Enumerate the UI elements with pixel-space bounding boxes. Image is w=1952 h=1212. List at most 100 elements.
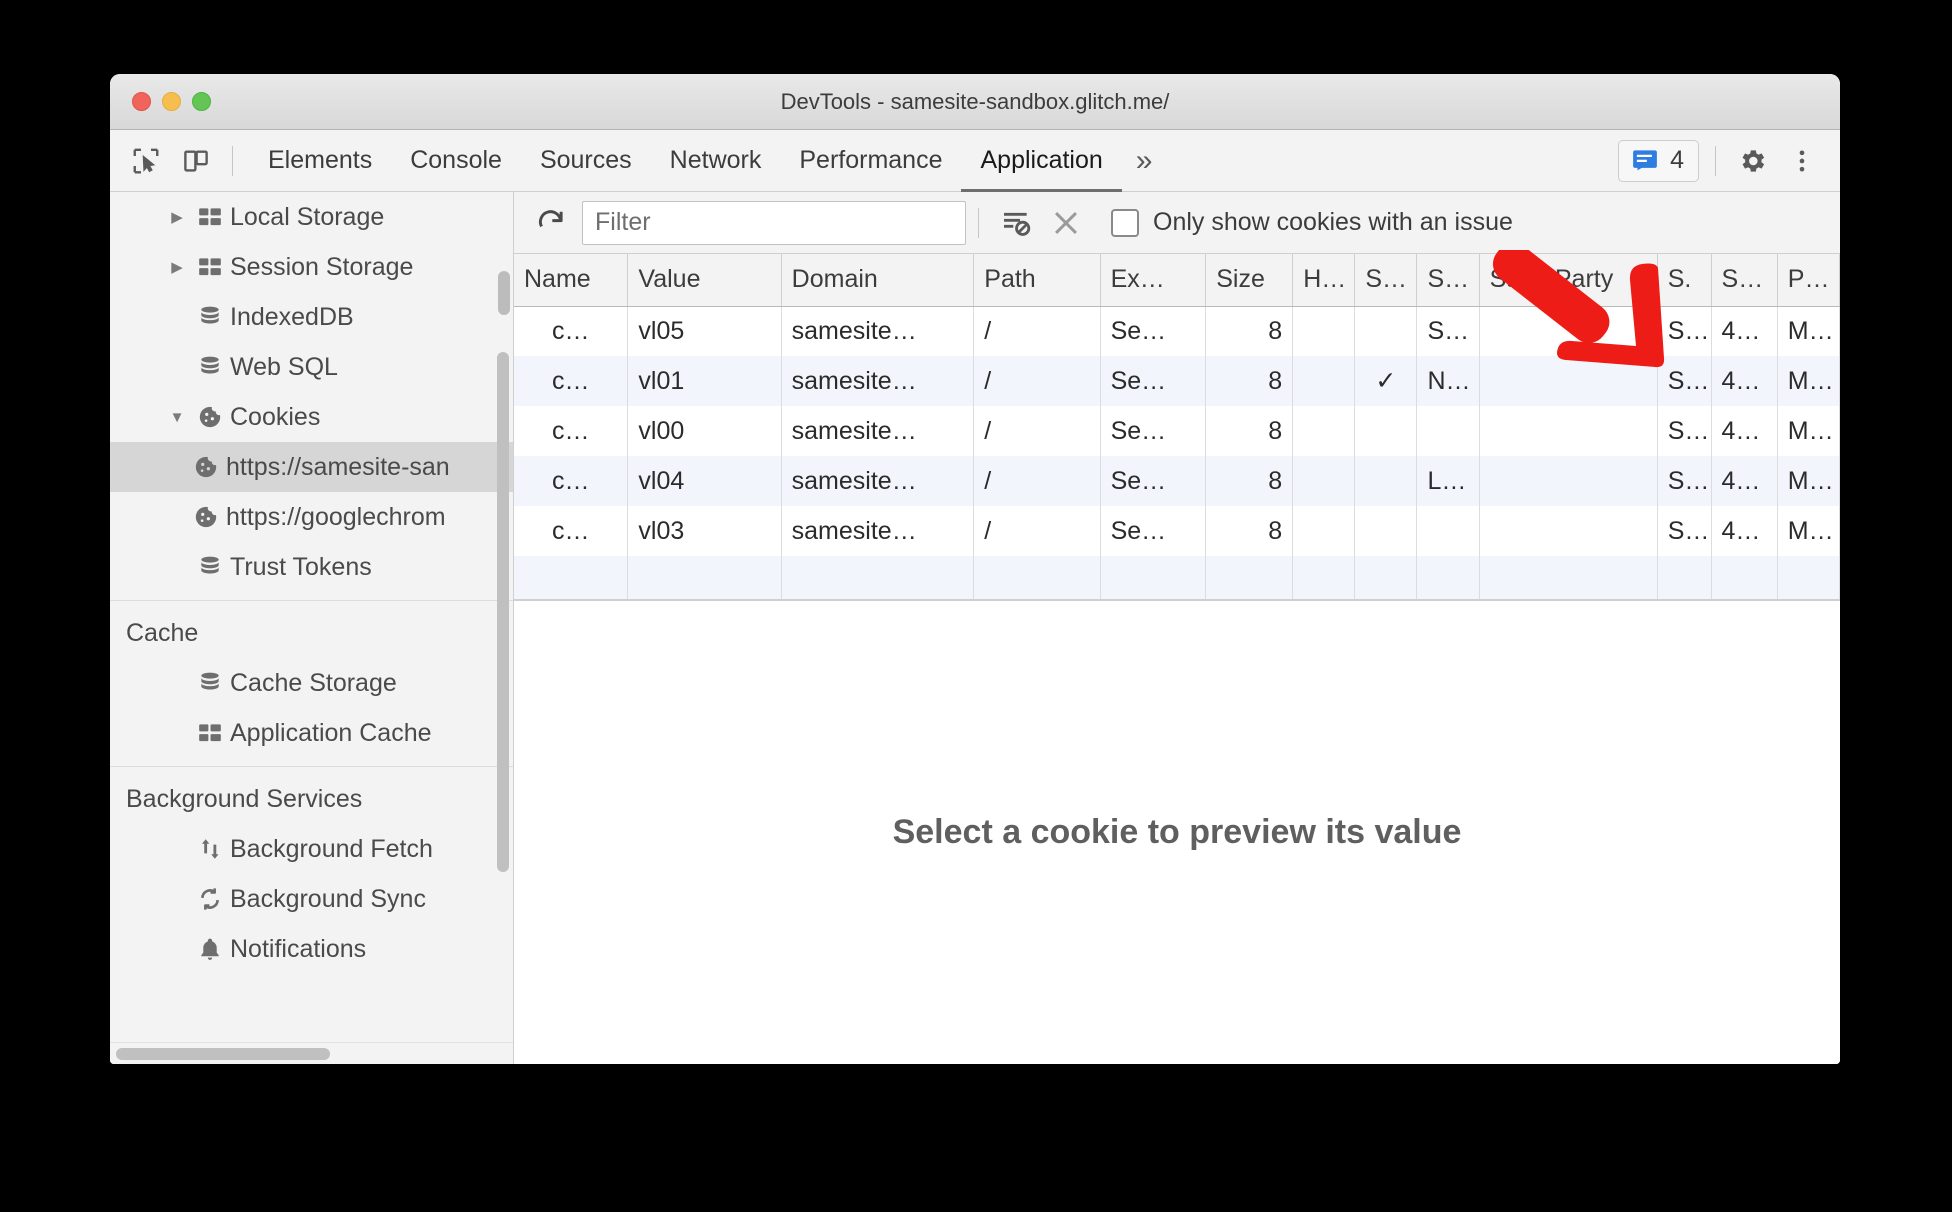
cell-s1: S… xyxy=(1657,506,1712,556)
column-header-expires[interactable]: Ex… xyxy=(1100,254,1207,307)
column-header-samesite[interactable]: S… xyxy=(1416,254,1480,307)
table-vertical-scrollbar[interactable] xyxy=(498,271,510,315)
up-down-arrows-icon xyxy=(190,836,230,862)
minimize-window-button[interactable] xyxy=(162,92,181,111)
gear-icon[interactable] xyxy=(1732,141,1772,181)
toolbar-divider xyxy=(232,145,233,176)
column-header-s1[interactable]: S. xyxy=(1657,254,1712,307)
tab-performance[interactable]: Performance xyxy=(780,130,961,192)
more-tabs-chevron-icon[interactable]: » xyxy=(1122,144,1167,178)
chevron-down-icon[interactable]: ▼ xyxy=(164,410,190,425)
sidebar-item-trust-tokens[interactable]: Trust Tokens xyxy=(110,542,513,592)
cell-size: 8 xyxy=(1205,456,1294,506)
sidebar-item-notifications[interactable]: Notifications xyxy=(110,924,513,974)
clear-filtered-cookies-icon[interactable] xyxy=(991,200,1041,246)
table-row[interactable]: c… vl01 samesite… / Se… 8 ✓ N… S… 4… M… xyxy=(514,356,1840,406)
cell-path: / xyxy=(973,306,1101,356)
column-header-priority[interactable]: P… xyxy=(1777,254,1840,307)
sidebar-item-indexeddb[interactable]: IndexedDB xyxy=(110,292,513,342)
database-icon xyxy=(190,554,230,580)
column-header-httponly[interactable]: H… xyxy=(1292,254,1356,307)
devtools-body: ▶ Local Storage ▶ Session Storage Indexe… xyxy=(110,192,1840,1064)
sidebar-item-cookies[interactable]: ▼ Cookies xyxy=(110,392,513,442)
cell-sameparty xyxy=(1479,406,1658,456)
clear-all-cookies-icon[interactable] xyxy=(1041,200,1091,246)
cell-path: / xyxy=(973,356,1101,406)
inspect-cursor-icon[interactable] xyxy=(126,141,166,181)
cell-size: 8 xyxy=(1205,406,1294,456)
filter-input[interactable] xyxy=(582,200,966,245)
column-header-value[interactable]: Value xyxy=(627,254,782,307)
sidebar-item-label: Trust Tokens xyxy=(230,552,372,581)
table-row[interactable]: c… vl00 samesite… / Se… 8 S… 4… M… xyxy=(514,406,1840,456)
issues-counter-button[interactable]: 4 xyxy=(1618,139,1699,182)
cell-s1: S… xyxy=(1657,406,1712,456)
table-row[interactable]: c… vl03 samesite… / Se… 8 S… 4… M… xyxy=(514,506,1840,556)
toolbar-divider-3 xyxy=(978,207,979,238)
sidebar-horizontal-scroll-thumb[interactable] xyxy=(116,1048,330,1060)
sidebar-item-label: Notifications xyxy=(230,934,367,963)
cell-secure xyxy=(1354,456,1418,506)
cell-priority: M… xyxy=(1777,406,1840,456)
column-header-secure[interactable]: S… xyxy=(1354,254,1418,307)
column-header-s2[interactable]: S… xyxy=(1711,254,1778,307)
column-header-path[interactable]: Path xyxy=(973,254,1101,307)
application-sidebar: ▶ Local Storage ▶ Session Storage Indexe… xyxy=(110,192,514,1064)
refresh-icon[interactable] xyxy=(528,200,574,246)
cookies-table-body: c… vl05 samesite… / Se… 8 S… S… 4… M… c…… xyxy=(514,306,1840,600)
sidebar-section-background-services: Background Services xyxy=(126,785,363,813)
only-issues-checkbox[interactable] xyxy=(1111,208,1139,237)
tab-sources[interactable]: Sources xyxy=(521,130,651,192)
cell-size: 8 xyxy=(1205,506,1294,556)
sidebar-vertical-scrollbar[interactable] xyxy=(497,352,509,872)
cookie-icon xyxy=(186,504,226,530)
sidebar-item-cookie-origin-samesite[interactable]: https://samesite-san xyxy=(110,442,513,492)
cell-expires: Se… xyxy=(1100,406,1207,456)
table-row-empty xyxy=(514,556,1840,600)
cell-expires: Se… xyxy=(1100,506,1207,556)
sidebar-item-label: Application Cache xyxy=(230,718,432,747)
sidebar-item-session-storage[interactable]: ▶ Session Storage xyxy=(110,242,513,292)
cell-name: c… xyxy=(514,506,629,556)
tab-network[interactable]: Network xyxy=(651,130,781,192)
tab-console[interactable]: Console xyxy=(391,130,521,192)
kebab-menu-icon[interactable] xyxy=(1782,141,1822,181)
device-toolbar-icon[interactable] xyxy=(176,141,216,181)
tab-elements[interactable]: Elements xyxy=(249,130,391,192)
maximize-window-button[interactable] xyxy=(192,92,211,111)
sidebar-horizontal-scrollbar[interactable] xyxy=(110,1042,513,1064)
chevron-right-icon[interactable]: ▶ xyxy=(164,260,190,275)
sidebar-item-label: Web SQL xyxy=(230,352,338,381)
sidebar-item-cache-storage[interactable]: Cache Storage xyxy=(110,658,513,708)
cell-domain: samesite… xyxy=(781,306,975,356)
table-row[interactable]: c… vl05 samesite… / Se… 8 S… S… 4… M… xyxy=(514,306,1840,356)
table-row[interactable]: c… vl04 samesite… / Se… 8 L… S… 4… M… xyxy=(514,456,1840,506)
cell-httponly xyxy=(1292,506,1356,556)
column-header-size[interactable]: Size xyxy=(1205,254,1294,307)
cookies-panel: Only show cookies with an issue Name xyxy=(498,192,1840,1064)
cell-size: 8 xyxy=(1205,306,1294,356)
sidebar-item-cookie-origin-googlechrome[interactable]: https://googlechrom xyxy=(110,492,513,542)
devtools-tabstrip: Elements Console Sources Network Perform… xyxy=(110,130,1840,192)
cell-s2: 4… xyxy=(1711,406,1778,456)
cell-value: vl03 xyxy=(627,506,782,556)
sidebar-item-application-cache[interactable]: Application Cache xyxy=(110,708,513,758)
only-issues-checkbox-row[interactable]: Only show cookies with an issue xyxy=(1111,208,1513,237)
cell-s2: 4… xyxy=(1711,456,1778,506)
close-window-button[interactable] xyxy=(132,92,151,111)
column-header-domain[interactable]: Domain xyxy=(781,254,975,307)
chevron-right-icon[interactable]: ▶ xyxy=(164,210,190,225)
tab-application[interactable]: Application xyxy=(961,130,1121,192)
sidebar-item-background-fetch[interactable]: Background Fetch xyxy=(110,824,513,874)
sidebar-item-local-storage[interactable]: ▶ Local Storage xyxy=(110,192,513,242)
cell-value: vl04 xyxy=(627,456,782,506)
column-header-name[interactable]: Name xyxy=(514,254,629,307)
sidebar-item-label: Cache Storage xyxy=(230,668,397,697)
database-icon xyxy=(190,354,230,380)
database-icon xyxy=(190,670,230,696)
sidebar-item-web-sql[interactable]: Web SQL xyxy=(110,342,513,392)
preview-empty-message: Select a cookie to preview its value xyxy=(892,813,1462,851)
column-header-sameparty[interactable]: SameParty xyxy=(1479,254,1658,307)
traffic-lights xyxy=(132,92,211,111)
sidebar-item-background-sync[interactable]: Background Sync xyxy=(110,874,513,924)
